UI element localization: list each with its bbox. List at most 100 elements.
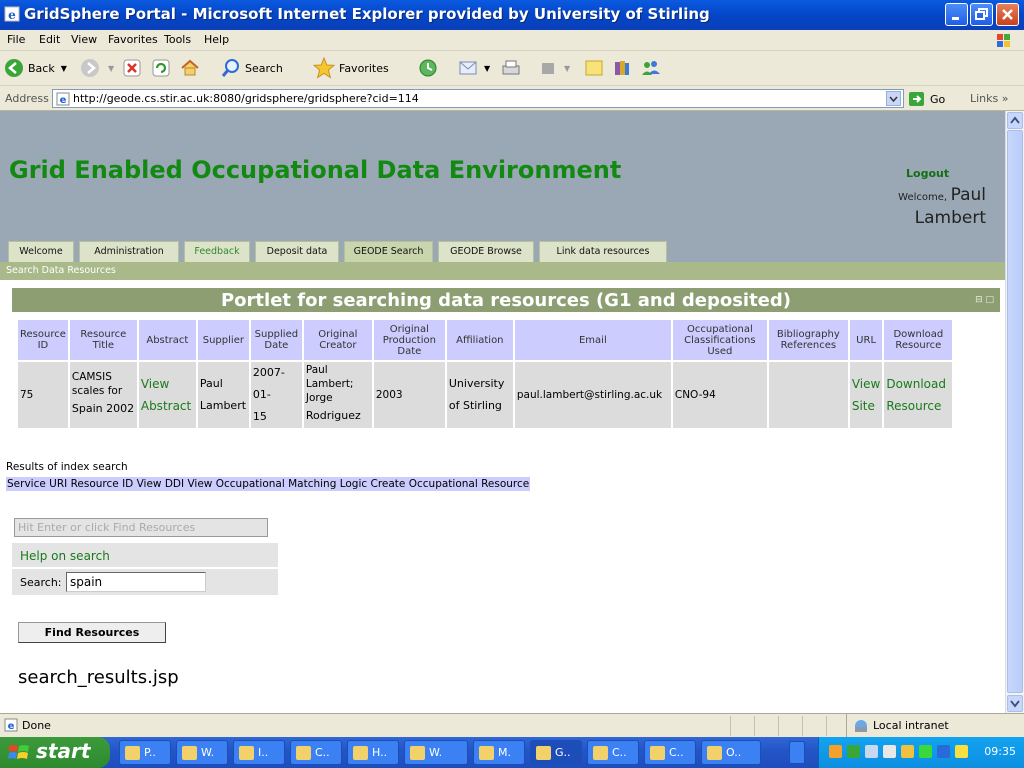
- mail-button[interactable]: ▼: [458, 56, 490, 80]
- taskbar-item-active[interactable]: G..: [530, 740, 582, 765]
- col-occupational-classifications: Occupational Classifications Used: [672, 320, 767, 360]
- service-uri-link[interactable]: Service URI: [7, 478, 67, 490]
- minimize-button[interactable]: [945, 3, 968, 26]
- search-hint-field: Hit Enter or click Find Resources: [14, 518, 268, 537]
- address-dropdown-button[interactable]: [886, 91, 901, 106]
- start-label: start: [36, 739, 91, 763]
- tray-icon[interactable]: [883, 745, 896, 758]
- page-done-icon: e: [4, 718, 18, 732]
- research-button[interactable]: [612, 56, 636, 80]
- window-title: GridSphere Portal - Microsoft Internet E…: [24, 5, 710, 23]
- subnav-search-data-resources[interactable]: Search Data Resources: [0, 262, 1005, 280]
- search-input[interactable]: spain: [66, 572, 206, 592]
- app-icon: [410, 746, 425, 760]
- scrollbar-thumb[interactable]: [1007, 130, 1023, 693]
- download-resource-link[interactable]: Download Resource: [886, 377, 946, 413]
- edit-dropdown-icon[interactable]: ▼: [564, 64, 570, 73]
- tab-deposit-data[interactable]: Deposit data: [255, 241, 339, 262]
- menu-help[interactable]: Help: [204, 33, 229, 46]
- start-button[interactable]: start: [0, 737, 110, 768]
- back-button[interactable]: Back ▼: [4, 56, 67, 80]
- taskbar-item[interactable]: W.: [176, 740, 228, 765]
- view-site-link[interactable]: View Site: [852, 377, 880, 413]
- taskbar-item[interactable]: C..: [290, 740, 342, 765]
- status-pane: [826, 716, 848, 736]
- resource-id-link[interactable]: Resource ID: [71, 478, 134, 490]
- logout-link[interactable]: Logout: [906, 167, 949, 180]
- go-button[interactable]: Go: [908, 91, 945, 107]
- help-on-search-link[interactable]: Help on search: [12, 543, 278, 567]
- cell-supplier: Paul Lambert: [197, 362, 249, 428]
- tray-icon[interactable]: [847, 745, 860, 758]
- cell-supplied-date: 2007-01- 15: [250, 362, 302, 428]
- search-button[interactable]: Search: [221, 56, 283, 80]
- tab-geode-browse[interactable]: GEODE Browse: [438, 241, 534, 262]
- maximize-button[interactable]: [970, 3, 993, 26]
- forward-button[interactable]: ▼: [80, 56, 114, 80]
- stop-button[interactable]: [123, 56, 145, 80]
- tab-administration[interactable]: Administration: [79, 241, 179, 262]
- tray-icon[interactable]: [919, 745, 932, 758]
- app-icon: [182, 746, 197, 760]
- tab-feedback[interactable]: Feedback: [184, 241, 250, 262]
- vertical-scrollbar[interactable]: [1005, 111, 1024, 713]
- forward-dropdown-icon[interactable]: ▼: [108, 64, 114, 73]
- tab-link-data-resources[interactable]: Link data resources: [539, 241, 667, 262]
- search-panel: Hit Enter or click Find Resources Help o…: [6, 513, 278, 597]
- menu-view[interactable]: View: [71, 33, 97, 46]
- menu-edit[interactable]: Edit: [39, 33, 60, 46]
- intranet-globe-icon: [855, 720, 867, 732]
- jsp-filename-text: search_results.jsp: [18, 667, 179, 688]
- maximize-portlet-icon[interactable]: □: [985, 295, 994, 305]
- note-icon: [585, 60, 603, 76]
- tab-geode-search[interactable]: GEODE Search: [344, 241, 433, 262]
- edit-icon: [542, 63, 554, 74]
- menu-tools[interactable]: Tools: [164, 33, 191, 46]
- col-original-creator: Original Creator: [303, 320, 372, 360]
- portlet-window-controls[interactable]: ⊟ □: [975, 295, 994, 305]
- menu-favorites[interactable]: Favorites: [108, 33, 158, 46]
- tray-icon[interactable]: [955, 745, 968, 758]
- tab-welcome[interactable]: Welcome: [8, 241, 74, 262]
- app-icon: [239, 746, 254, 760]
- taskbar-scroll-button[interactable]: [789, 741, 805, 764]
- view-ddi-link[interactable]: View DDI: [137, 478, 185, 490]
- find-resources-button[interactable]: Find Resources: [18, 622, 166, 643]
- mail-dropdown-icon[interactable]: ▼: [484, 64, 490, 73]
- messenger-button[interactable]: [640, 56, 666, 80]
- tray-icon[interactable]: [865, 745, 878, 758]
- taskbar-item[interactable]: H..: [347, 740, 399, 765]
- history-button[interactable]: [418, 56, 442, 80]
- tray-icon[interactable]: [937, 745, 950, 758]
- taskbar-item[interactable]: M.: [473, 740, 525, 765]
- address-label: Address: [5, 92, 49, 105]
- home-button[interactable]: [180, 56, 204, 80]
- view-matching-logic-link[interactable]: View Occupational Matching Logic: [187, 478, 367, 490]
- close-button[interactable]: [996, 3, 1019, 26]
- taskbar-item[interactable]: C..: [587, 740, 639, 765]
- cell-bibliography: [768, 362, 848, 428]
- create-occupational-resource-link[interactable]: Create Occupational Resource: [371, 478, 530, 490]
- taskbar-item[interactable]: O..: [701, 740, 761, 765]
- taskbar-item[interactable]: P..: [119, 740, 171, 765]
- edit-button[interactable]: ▼: [540, 56, 570, 80]
- print-button[interactable]: [500, 56, 526, 80]
- taskbar-item[interactable]: I..: [233, 740, 285, 765]
- discuss-button[interactable]: [584, 56, 608, 80]
- menu-file[interactable]: File: [7, 33, 25, 46]
- window-title-bar[interactable]: e GridSphere Portal - Microsoft Internet…: [0, 0, 1024, 30]
- tray-icon[interactable]: [829, 745, 842, 758]
- taskbar-item[interactable]: W.: [404, 740, 468, 765]
- refresh-button[interactable]: [152, 56, 174, 80]
- view-abstract-link[interactable]: View Abstract: [141, 377, 191, 413]
- address-input[interactable]: e http://geode.cs.stir.ac.uk:8080/gridsp…: [52, 89, 904, 108]
- links-toolbar-button[interactable]: Links »: [970, 92, 1009, 105]
- scroll-down-button[interactable]: [1007, 695, 1023, 712]
- scroll-up-button[interactable]: [1007, 112, 1023, 129]
- taskbar-item[interactable]: C..: [644, 740, 696, 765]
- tray-icon[interactable]: [901, 745, 914, 758]
- minimize-portlet-icon[interactable]: ⊟: [975, 295, 983, 305]
- back-dropdown-icon[interactable]: ▼: [61, 64, 67, 73]
- favorites-button[interactable]: Favorites: [313, 56, 389, 80]
- app-icon: [353, 746, 368, 760]
